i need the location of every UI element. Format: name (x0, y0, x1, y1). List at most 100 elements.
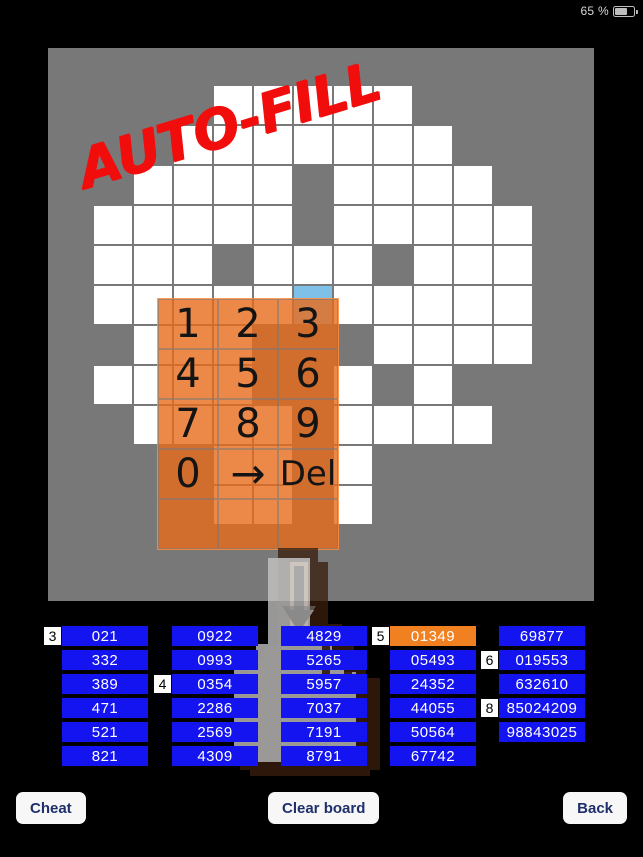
grid-cell[interactable] (414, 406, 452, 444)
grid-cell[interactable] (334, 246, 372, 284)
number-entry[interactable]: 389 (62, 674, 148, 694)
number-entry[interactable]: 4829 (281, 626, 367, 646)
number-entry[interactable]: 821 (62, 746, 148, 766)
keypad-key-6[interactable]: 6 (278, 349, 338, 399)
grid-cell[interactable] (254, 246, 292, 284)
grid-cell[interactable] (454, 326, 492, 364)
grid-cell[interactable] (94, 246, 132, 284)
grid-cell[interactable] (374, 326, 412, 364)
keypad-key-7[interactable]: 7 (158, 399, 218, 449)
number-entry[interactable]: 8791 (281, 746, 367, 766)
keypad-key-next-icon[interactable]: → (218, 449, 278, 499)
number-entry[interactable]: 021 (62, 626, 148, 646)
grid-cell[interactable] (94, 366, 132, 404)
grid-cell[interactable] (214, 126, 252, 164)
cheat-button[interactable]: Cheat (16, 792, 86, 824)
number-entry[interactable]: 24352 (390, 674, 476, 694)
grid-cell[interactable] (414, 126, 452, 164)
grid-cell[interactable] (414, 286, 452, 324)
keypad-key-4[interactable]: 4 (158, 349, 218, 399)
grid-cell[interactable] (214, 206, 252, 244)
number-entry[interactable]: 471 (62, 698, 148, 718)
grid-cell[interactable] (454, 246, 492, 284)
crossword-board[interactable]: AUTO-FILL 1 2 3 4 5 6 7 8 9 0 → Del (48, 48, 594, 776)
number-entry[interactable]: 67742 (390, 746, 476, 766)
clear-board-button[interactable]: Clear board (268, 792, 380, 824)
keypad-key-8[interactable]: 8 (218, 399, 278, 449)
grid-cell[interactable] (374, 406, 412, 444)
grid-cell[interactable] (174, 246, 212, 284)
grid-cell[interactable] (454, 406, 492, 444)
grid-cell[interactable] (374, 166, 412, 204)
grid-cell[interactable] (254, 206, 292, 244)
grid-cell[interactable] (134, 246, 172, 284)
grid-cell[interactable] (374, 286, 412, 324)
grid-cell[interactable] (494, 206, 532, 244)
grid-cell[interactable] (254, 86, 292, 124)
grid-cell[interactable] (134, 166, 172, 204)
grid-cell[interactable] (494, 326, 532, 364)
grid-cell[interactable] (414, 246, 452, 284)
number-lists-panel[interactable]: 3 021 332 389 471 521 821 0922 0993 4 0354 2286 2569… (0, 626, 643, 774)
number-entry[interactable]: 2286 (172, 698, 258, 718)
numeric-keypad[interactable]: 1 2 3 4 5 6 7 8 9 0 → Del (157, 298, 339, 550)
grid-cell[interactable] (414, 366, 452, 404)
grid-cell[interactable] (494, 246, 532, 284)
number-entry[interactable]: 7191 (281, 722, 367, 742)
grid-cell[interactable] (94, 286, 132, 324)
number-entry[interactable]: 98843025 (499, 722, 585, 742)
grid-cell[interactable] (494, 286, 532, 324)
keypad-key-5[interactable]: 5 (218, 349, 278, 399)
number-entry[interactable]: 2569 (172, 722, 258, 742)
number-entry[interactable]: 7037 (281, 698, 367, 718)
grid-cell[interactable] (374, 126, 412, 164)
grid-cell[interactable] (254, 126, 292, 164)
grid-cell[interactable] (174, 206, 212, 244)
number-entry-selected[interactable]: 01349 (390, 626, 476, 646)
number-entry[interactable]: 44055 (390, 698, 476, 718)
keypad-key-9[interactable]: 9 (278, 399, 338, 449)
keypad-key-2[interactable]: 2 (218, 299, 278, 349)
grid-cell[interactable] (334, 126, 372, 164)
keypad-key-3[interactable]: 3 (278, 299, 338, 349)
grid-cell[interactable] (334, 286, 372, 324)
back-button[interactable]: Back (563, 792, 627, 824)
grid-cell[interactable] (454, 206, 492, 244)
grid-cell[interactable] (374, 206, 412, 244)
number-entry[interactable]: 0993 (172, 650, 258, 670)
grid-cell[interactable] (174, 166, 212, 204)
number-entry[interactable]: 50564 (390, 722, 476, 742)
number-entry[interactable]: 5265 (281, 650, 367, 670)
number-entry[interactable]: 332 (62, 650, 148, 670)
grid-cell[interactable] (414, 166, 452, 204)
grid-cell[interactable] (454, 166, 492, 204)
grid-cell[interactable] (454, 286, 492, 324)
grid-cell[interactable] (414, 206, 452, 244)
number-entry[interactable]: 521 (62, 722, 148, 742)
grid-cell[interactable] (334, 446, 372, 484)
grid-cell[interactable] (374, 86, 412, 124)
grid-cell[interactable] (294, 246, 332, 284)
grid-cell[interactable] (334, 406, 372, 444)
keypad-key-delete[interactable]: Del (278, 449, 338, 499)
number-entry[interactable]: 69877 (499, 626, 585, 646)
number-entry[interactable]: 85024209 (499, 698, 585, 718)
number-entry[interactable]: 019553 (499, 650, 585, 670)
number-entry[interactable]: 5957 (281, 674, 367, 694)
number-entry[interactable]: 0354 (172, 674, 258, 694)
grid-cell[interactable] (294, 86, 332, 124)
number-entry[interactable]: 05493 (390, 650, 476, 670)
grid-cell[interactable] (254, 166, 292, 204)
grid-cell[interactable] (214, 86, 252, 124)
number-entry[interactable]: 0922 (172, 626, 258, 646)
grid-cell[interactable] (334, 206, 372, 244)
grid-cell[interactable] (334, 486, 372, 524)
number-entry[interactable]: 632610 (499, 674, 585, 694)
keypad-key-0[interactable]: 0 (158, 449, 218, 499)
grid-cell[interactable] (334, 86, 372, 124)
number-entry[interactable]: 4309 (172, 746, 258, 766)
grid-cell[interactable] (174, 126, 212, 164)
grid-cell[interactable] (294, 126, 332, 164)
grid-cell[interactable] (334, 366, 372, 404)
keypad-key-1[interactable]: 1 (158, 299, 218, 349)
